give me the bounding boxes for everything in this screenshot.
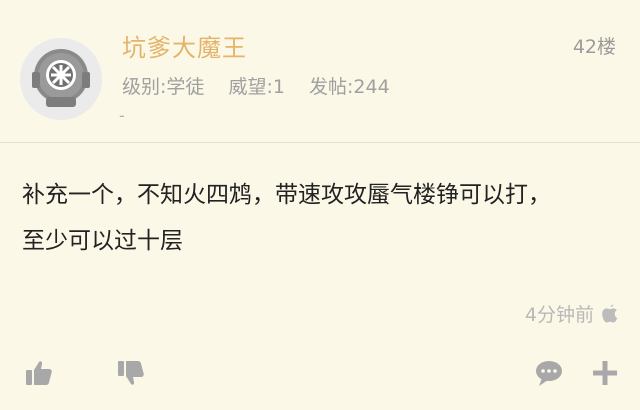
user-post-count: 发帖:244	[309, 76, 390, 98]
content-line: 补充一个，不知火四鸩，带速攻攻蜃气楼铮可以打，	[22, 182, 551, 208]
thumbs-down-icon[interactable]	[116, 358, 146, 388]
user-meta: 级别:学徒 威望:1 发帖:244	[122, 72, 408, 99]
signature: -	[119, 106, 125, 125]
thumbs-up-icon[interactable]	[24, 358, 54, 388]
avatar[interactable]	[20, 38, 102, 120]
post-actions	[534, 358, 620, 388]
post-content: 补充一个，不知火四鸩，带速攻攻蜃气楼铮可以打， 至少可以过十层	[22, 172, 622, 264]
post-time: 4分钟前	[524, 304, 594, 326]
post-header: 坑爹大魔王 42楼 级别:学徒 威望:1 发帖:244 -	[0, 0, 640, 143]
apple-icon	[600, 303, 620, 325]
user-prestige: 威望:1	[228, 76, 285, 98]
plus-icon[interactable]	[590, 358, 620, 388]
forum-post: 坑爹大魔王 42楼 级别:学徒 威望:1 发帖:244 - 补充一个，不知火四鸩…	[0, 0, 640, 410]
content-line: 至少可以过十层	[22, 228, 183, 254]
floor-number: 42楼	[572, 36, 616, 58]
comment-icon[interactable]	[534, 358, 564, 388]
vote-actions	[24, 358, 146, 388]
user-level: 级别:学徒	[122, 76, 205, 98]
username[interactable]: 坑爹大魔王	[122, 28, 247, 63]
post-time-row: 4分钟前	[525, 300, 620, 327]
